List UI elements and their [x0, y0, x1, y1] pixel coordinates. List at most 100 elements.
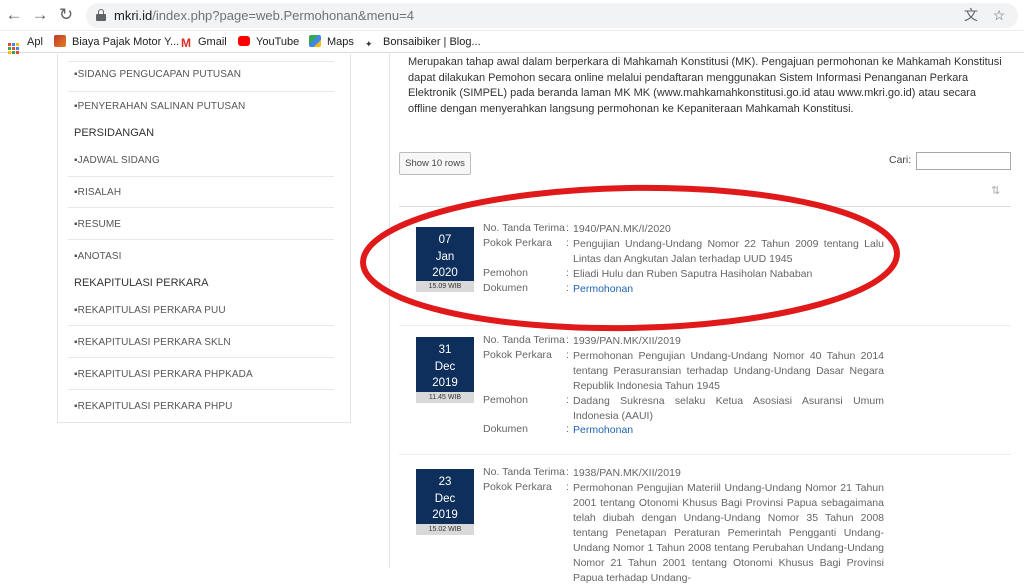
time-badge: 15.02 WIB [416, 524, 474, 535]
label-dokumen: Dokumen [483, 423, 528, 435]
label-colon: : [566, 394, 569, 406]
bookmark-youtube[interactable]: YouTube [238, 34, 299, 50]
label-colon: : [566, 349, 569, 361]
sort-icon[interactable]: ⇅ [991, 184, 1000, 197]
date-badge: 23 Dec 2019 [416, 469, 474, 526]
time-badge: 15.09 WIB [416, 281, 474, 292]
label-colon: : [566, 423, 569, 435]
sidebar-item-rekap-skln[interactable]: ▪REKAPITULASI PERKARA SKLN [74, 337, 334, 348]
entry-divider [399, 325, 1011, 326]
label-colon: : [566, 334, 569, 346]
label-no-tanda-terima: No. Tanda Terima [483, 466, 565, 478]
bookmark-star-icon[interactable]: ☆ [990, 6, 1008, 24]
value-pemohon: Eliadi Hulu dan Ruben Saputra Hasiholan … [573, 268, 813, 280]
label-colon: : [566, 222, 569, 234]
divider [68, 389, 334, 390]
date-day: 31 [438, 344, 452, 356]
divider [68, 91, 334, 92]
bookmark-label: Gmail [198, 36, 227, 48]
date-month: Jan [435, 250, 455, 263]
bookmark-label: YouTube [256, 36, 300, 48]
sidebar-item-rekap-phpu[interactable]: ▪REKAPITULASI PERKARA PHPU [74, 401, 334, 412]
maps-icon [309, 35, 321, 47]
label-dokumen: Dokumen [483, 282, 528, 294]
bookmarks-bar: Apl Biaya Pajak Motor Y... M Gmail YouTub… [0, 31, 1024, 54]
label-no-tanda-terima: No. Tanda Terima [483, 222, 565, 234]
date-month: Dec [434, 492, 456, 505]
divider [68, 176, 334, 177]
label-colon: : [566, 481, 569, 493]
value-no-tanda-terima: 1939/PAN.MK/XII/2019 [573, 335, 681, 347]
divider [68, 325, 334, 326]
divider [68, 61, 334, 62]
date-month: Dec [434, 360, 456, 373]
sidebar-item-resume[interactable]: ▪RESUME [74, 219, 334, 230]
translate-icon[interactable]: 文 [962, 6, 980, 24]
label-colon: : [566, 466, 569, 478]
bookmark-maps[interactable]: Maps [309, 34, 354, 50]
back-arrow-icon[interactable]: ← [4, 5, 24, 25]
youtube-icon [238, 36, 250, 46]
browser-toolbar: ← → ↻ mkri.id/index.php?page=web.Permoho… [0, 0, 1024, 31]
bonsaibiker-icon: ✦ [365, 39, 373, 49]
intro-paragraph: Merupakan tahap awal dalam berperkara di… [408, 56, 1002, 115]
bookmark-label: Maps [327, 36, 354, 48]
value-pokok-perkara: Permohonan Pengujian Materiil Undang-Und… [573, 482, 884, 584]
sidebar-item-anotasi[interactable]: ▪ANOTASI [74, 251, 334, 262]
divider [68, 357, 334, 358]
date-badge: 07 Jan 2020 [416, 227, 474, 284]
date-year: 2019 [432, 509, 458, 521]
main-content: Merupakan tahap awal dalam berperkara di… [389, 54, 1024, 584]
bookmark-label: Apl [27, 36, 43, 48]
label-colon: : [566, 237, 569, 249]
sidebar-section-persidangan: PERSIDANGAN [74, 127, 155, 139]
bookmark-label: Biaya Pajak Motor Y... [72, 36, 180, 48]
label-pokok-perkara: Pokok Perkara [483, 349, 552, 361]
label-pemohon: Pemohon [483, 267, 528, 279]
sidebar-item-rekap-puu[interactable]: ▪REKAPITULASI PERKARA PUU [74, 305, 334, 316]
value-no-tanda-terima: 1940/PAN.MK/I/2020 [573, 223, 671, 235]
bookmark-label: Bonsaibiker | Blog... [383, 36, 481, 48]
url-path: /index.php?page=web.Permohonan&menu=4 [152, 8, 414, 23]
bookmark-favicon [54, 35, 66, 47]
bookmark-apps[interactable]: Apl [8, 34, 43, 54]
divider [68, 239, 334, 240]
search-label: Cari: [889, 154, 912, 166]
label-no-tanda-terima: No. Tanda Terima [483, 334, 565, 346]
page-content: ▪SIDANG PENGUCAPAN PUTUSAN ▪PENYERAHAN S… [0, 54, 1024, 584]
sidebar-item-risalah[interactable]: ▪RISALAH [74, 187, 334, 198]
url-text[interactable]: mkri.id/index.php?page=web.Permohonan&me… [114, 8, 414, 23]
sidebar-item-penyerahan-salinan[interactable]: ▪PENYERAHAN SALINAN PUTUSAN [74, 101, 334, 112]
date-year: 2019 [432, 377, 458, 389]
gmail-icon: M [181, 36, 191, 50]
sidebar-item-rekap-phpkada[interactable]: ▪REKAPITULASI PERKARA PHPKADA [74, 369, 334, 380]
entry-divider [399, 454, 1011, 455]
bookmark-bonsaibiker[interactable]: ✦ Bonsaibiker | Blog... [365, 34, 481, 50]
date-year: 2020 [432, 267, 458, 279]
show-rows-button[interactable]: Show 10 rows [399, 152, 471, 175]
value-pokok-perkara: Pengujian Undang-Undang Nomor 22 Tahun 2… [573, 238, 884, 265]
address-bar[interactable]: mkri.id/index.php?page=web.Permohonan&me… [86, 3, 1018, 28]
sidebar-item-jadwal-sidang[interactable]: ▪JADWAL SIDANG [74, 155, 334, 166]
date-day: 07 [438, 234, 452, 246]
divider [68, 207, 334, 208]
table-header-divider [399, 206, 1011, 207]
dokumen-link[interactable]: Permohonan [573, 282, 884, 297]
search-input[interactable] [916, 152, 1011, 170]
reload-icon[interactable]: ↻ [56, 5, 76, 25]
dokumen-link[interactable]: Permohonan [573, 423, 884, 438]
bookmark-biaya-pajak[interactable]: Biaya Pajak Motor Y... [54, 34, 179, 50]
lock-icon [96, 9, 106, 21]
label-pokok-perkara: Pokok Perkara [483, 237, 552, 249]
forward-arrow-icon[interactable]: → [30, 5, 50, 25]
value-no-tanda-terima: 1938/PAN.MK/XII/2019 [573, 467, 681, 479]
label-pokok-perkara: Pokok Perkara [483, 481, 552, 493]
sidebar-item-sidang-pengucapan[interactable]: ▪SIDANG PENGUCAPAN PUTUSAN [74, 69, 334, 80]
label-colon: : [566, 267, 569, 279]
date-day: 23 [438, 476, 452, 488]
bookmark-gmail[interactable]: M Gmail [180, 34, 227, 50]
url-host: mkri.id [114, 8, 153, 23]
apps-grid-icon [8, 43, 19, 54]
sidebar-menu: ▪SIDANG PENGUCAPAN PUTUSAN ▪PENYERAHAN S… [57, 54, 351, 423]
date-badge: 31 Dec 2019 [416, 337, 474, 394]
